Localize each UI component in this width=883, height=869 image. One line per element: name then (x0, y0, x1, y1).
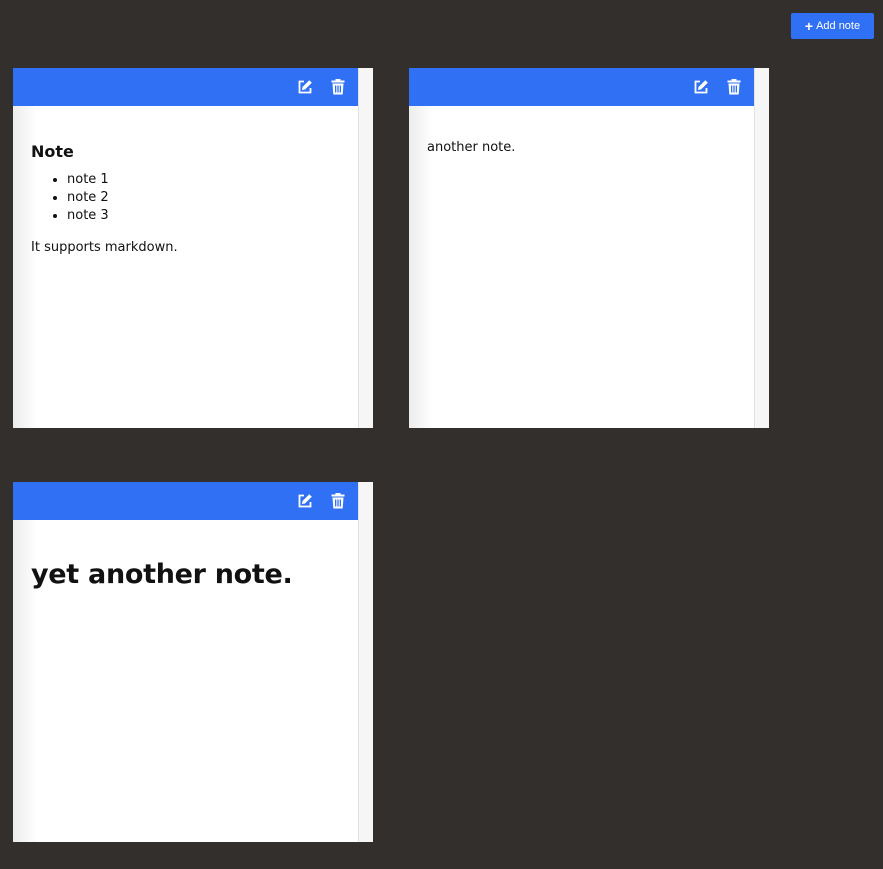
note-heading: Note (31, 142, 74, 161)
note-content-area: another note. (409, 68, 755, 428)
note-list: note 1 note 2 note 3 (31, 171, 346, 225)
note-text: It supports markdown. (31, 240, 178, 255)
edit-icon[interactable] (297, 79, 313, 95)
note-card: another note. (409, 68, 769, 428)
note-content-area: Note note 1 note 2 note 3 It supports ma… (13, 68, 359, 428)
add-note-label: Add note (816, 20, 861, 32)
note-body[interactable]: yet another note. (31, 520, 346, 592)
note-content-area: yet another note. (13, 482, 359, 842)
note-header (409, 68, 754, 106)
note-header (13, 482, 358, 520)
note-card: Note note 1 note 2 note 3 It supports ma… (13, 68, 373, 428)
plus-icon: + (804, 18, 814, 34)
trash-icon[interactable] (727, 79, 743, 95)
note-header (13, 68, 358, 106)
edit-icon[interactable] (693, 79, 709, 95)
note-heading: yet another note. (31, 559, 293, 590)
note-text: another note. (427, 140, 516, 155)
list-item: note 3 (67, 207, 346, 225)
edit-icon[interactable] (297, 493, 313, 509)
list-item: note 1 (67, 171, 346, 189)
list-item: note 2 (67, 189, 346, 207)
trash-icon[interactable] (331, 79, 347, 95)
trash-icon[interactable] (331, 493, 347, 509)
note-body[interactable]: Note note 1 note 2 note 3 It supports ma… (31, 106, 346, 257)
add-note-button[interactable]: + Add note (791, 13, 874, 39)
note-body[interactable]: another note. (427, 106, 742, 157)
note-card: yet another note. (13, 482, 373, 842)
